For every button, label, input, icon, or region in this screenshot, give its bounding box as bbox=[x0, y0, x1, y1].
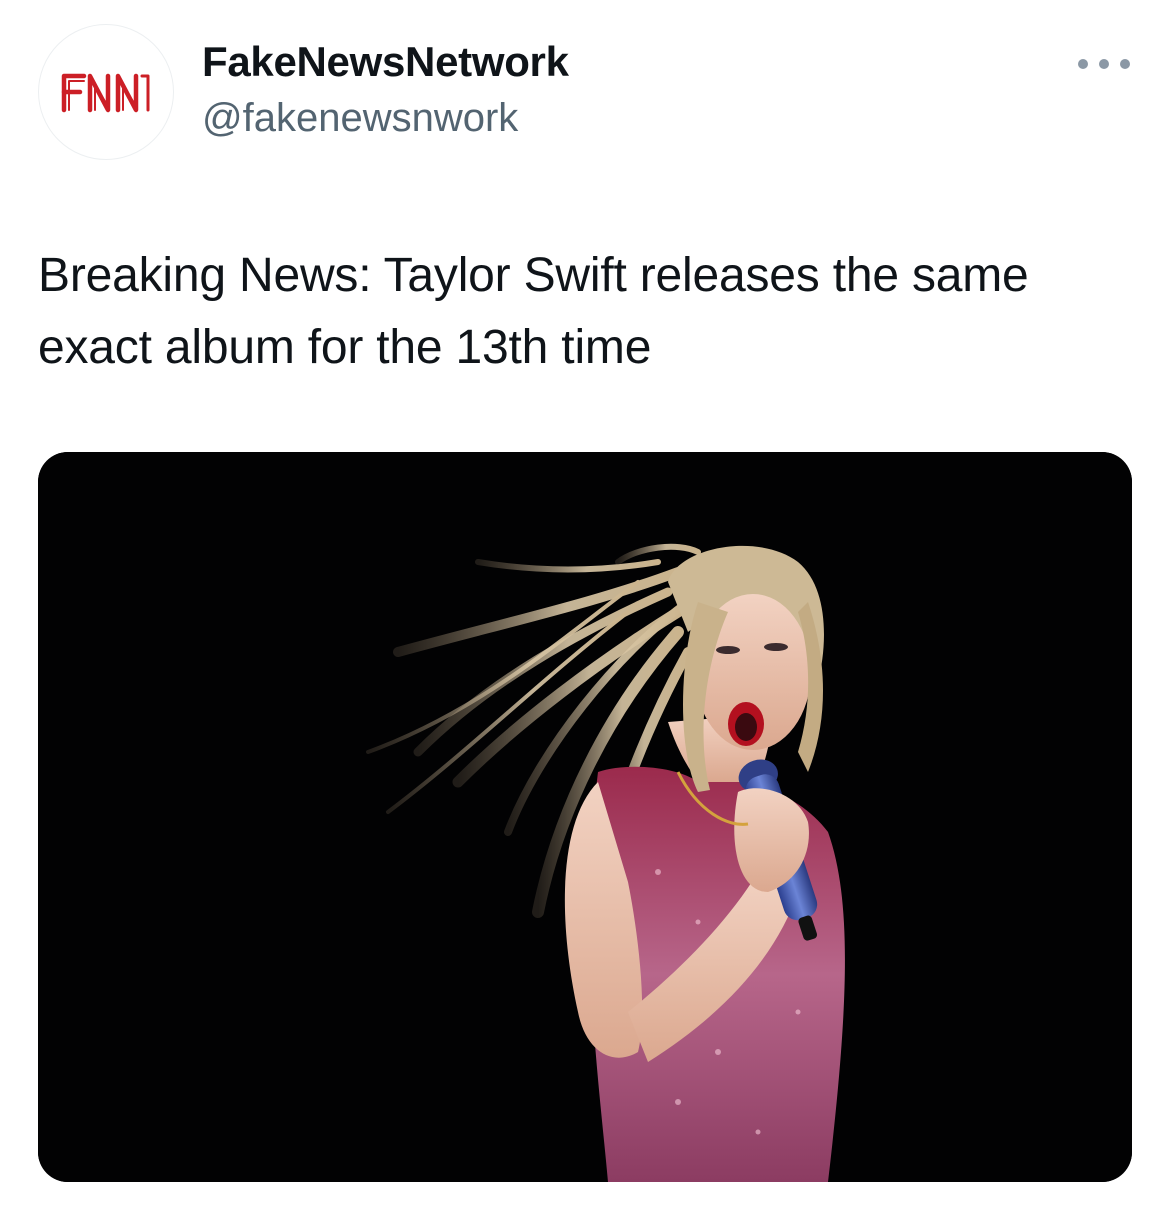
author-handle[interactable]: @fakenewsnwork bbox=[202, 96, 518, 141]
avatar[interactable] bbox=[38, 24, 174, 160]
tweet-media-photo[interactable] bbox=[38, 452, 1132, 1182]
more-dot bbox=[1120, 59, 1130, 69]
fnn-logo-icon bbox=[61, 73, 150, 113]
tweet-card[interactable]: FakeNewsNetwork @fakenewsnwork Breaking … bbox=[0, 0, 1169, 1214]
tweet-text: Breaking News: Taylor Swift releases the… bbox=[38, 249, 1029, 374]
more-options-button[interactable] bbox=[1078, 50, 1130, 78]
more-horizontal-icon bbox=[1078, 59, 1088, 69]
performer-photo bbox=[38, 452, 1132, 1182]
author-display-name[interactable]: FakeNewsNetwork bbox=[202, 38, 569, 86]
more-dot bbox=[1099, 59, 1109, 69]
